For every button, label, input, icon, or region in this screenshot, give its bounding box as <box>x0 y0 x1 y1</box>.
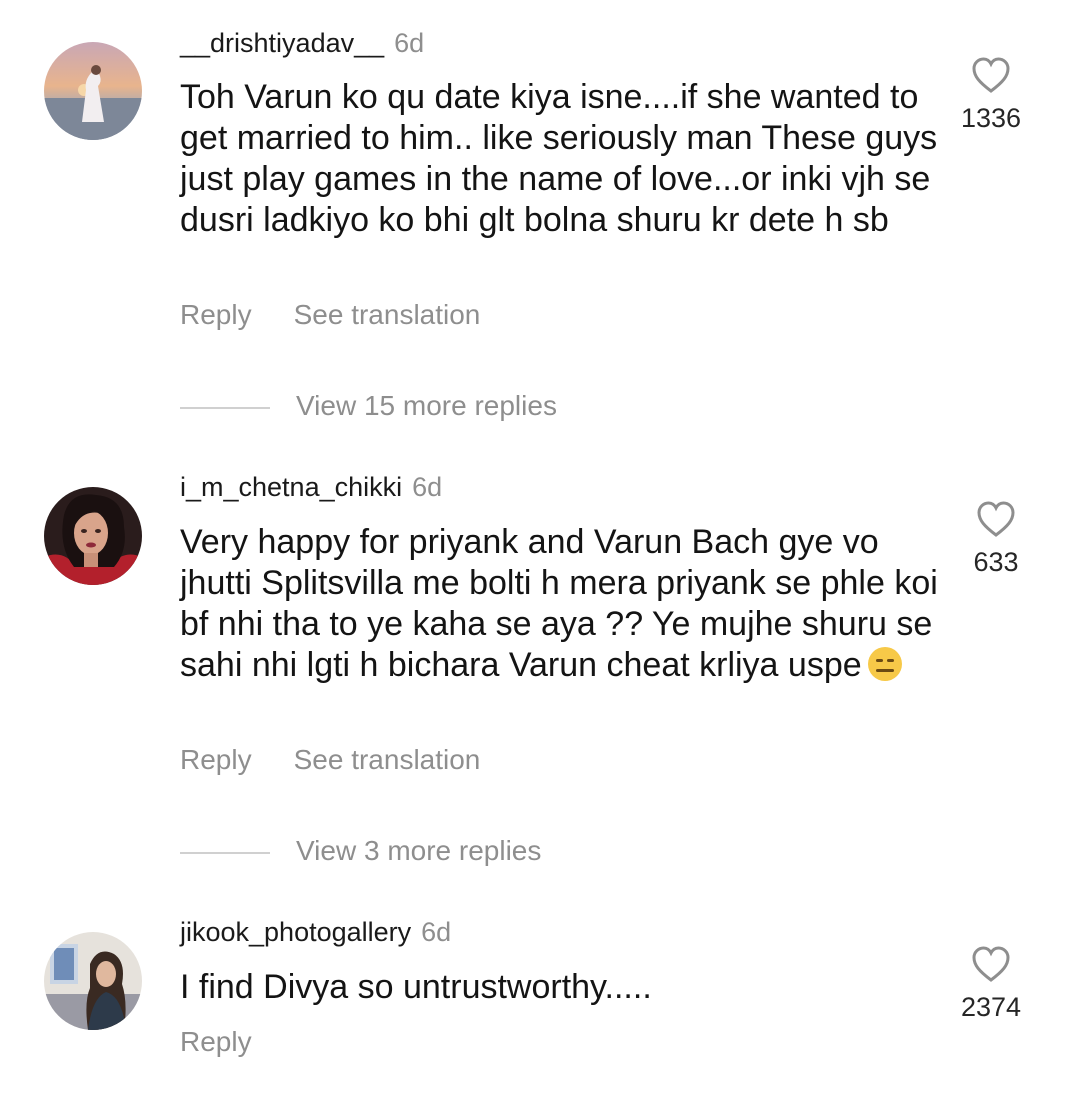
like-count: 1336 <box>960 103 1022 133</box>
username[interactable]: i_m_chetna_chikki <box>180 472 402 502</box>
view-more-replies[interactable]: View 15 more replies <box>180 389 557 423</box>
view-replies-label[interactable]: View 3 more replies <box>296 835 541 866</box>
username[interactable]: __drishtiyadav__ <box>180 28 384 58</box>
comment-text: Toh Varun ko qu date kiya isne....if she… <box>180 78 938 239</box>
like-control: 2374 <box>946 945 1036 1023</box>
comment-actions: Reply See translation <box>180 743 480 777</box>
see-translation-button[interactable]: See translation <box>294 299 481 330</box>
see-translation-button[interactable]: See translation <box>294 744 481 775</box>
comment-meta: i_m_chetna_chikki 6d <box>180 470 442 504</box>
comment-time: 6d <box>421 917 452 947</box>
comment-text: Very happy for priyank and Varun Bach gy… <box>180 522 940 686</box>
heart-icon[interactable] <box>971 945 1011 983</box>
comment-actions: Reply <box>180 1025 252 1059</box>
view-replies-label[interactable]: View 15 more replies <box>296 390 557 421</box>
like-count: 633 <box>973 547 1019 577</box>
avatar[interactable] <box>44 932 142 1030</box>
avatar-beach-photo-icon <box>44 42 142 140</box>
replies-divider <box>180 851 270 854</box>
username[interactable]: jikook_photogallery <box>180 917 411 947</box>
view-more-replies[interactable]: View 3 more replies <box>180 834 541 868</box>
comment-time: 6d <box>394 28 425 58</box>
like-control: 1336 <box>946 56 1036 134</box>
comment-text: I find Divya so untrustworthy..... <box>180 968 652 1006</box>
heart-icon[interactable] <box>971 56 1011 94</box>
like-count: 2374 <box>960 992 1022 1022</box>
avatar[interactable] <box>44 42 142 140</box>
like-control: 633 <box>951 500 1041 578</box>
expressionless-face-icon <box>867 647 902 681</box>
replies-divider <box>180 406 270 409</box>
avatar-room-photo-icon <box>44 932 142 1030</box>
reply-button[interactable]: Reply <box>180 299 252 330</box>
reply-button[interactable]: Reply <box>180 744 252 775</box>
avatar[interactable] <box>44 487 142 585</box>
comment-text-body: Very happy for priyank and Varun Bach gy… <box>180 523 938 684</box>
avatar-portrait-photo-icon <box>44 487 142 585</box>
reply-button[interactable]: Reply <box>180 1026 252 1057</box>
heart-icon[interactable] <box>976 500 1016 538</box>
comment-meta: jikook_photogallery 6d <box>180 915 451 949</box>
comment-meta: __drishtiyadav__ 6d <box>180 26 424 60</box>
comment-time: 6d <box>412 472 443 502</box>
comment-actions: Reply See translation <box>180 298 480 332</box>
